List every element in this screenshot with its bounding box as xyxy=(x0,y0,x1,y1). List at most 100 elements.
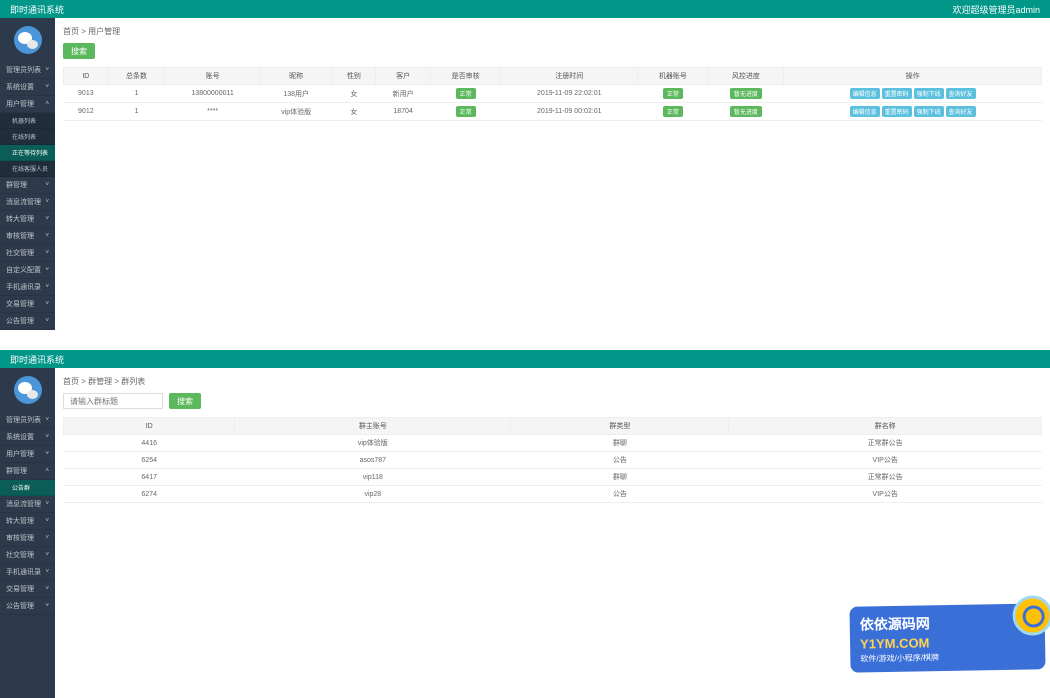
cell: 公告 xyxy=(511,486,729,503)
nav-item[interactable]: 用户管理 ˄ xyxy=(0,96,55,113)
nav-item[interactable]: 在线客服人员 xyxy=(0,161,55,177)
nav-label: 消息流管理 xyxy=(6,197,41,207)
nav-label: 系统设置 xyxy=(6,432,34,442)
risk-cell: 暂无进度 xyxy=(708,103,784,121)
nav-item[interactable]: 审核管理˅ xyxy=(0,530,55,547)
search-button-2[interactable]: 搜索 xyxy=(169,393,201,409)
chevron-icon: ˅ xyxy=(45,603,49,609)
nav-label: 在线列表 xyxy=(12,132,36,141)
nav-label: 手机通讯录 xyxy=(6,567,41,577)
table-header: 风控进度 xyxy=(708,68,784,85)
nav-item[interactable]: 交易管理˅ xyxy=(0,296,55,313)
magnifier-icon xyxy=(1012,595,1050,636)
nav-item[interactable]: 社交管理˅ xyxy=(0,245,55,262)
nav-item[interactable]: 公告管理˅ xyxy=(0,598,55,615)
chevron-icon: ˄ xyxy=(45,101,49,107)
table-row: 9013113800000011138用户女新用户正常2019-11-09 22… xyxy=(64,85,1042,103)
cell: 群聊 xyxy=(511,435,729,452)
nav-item[interactable]: 手机通讯录˅ xyxy=(0,564,55,581)
chevron-icon: ˅ xyxy=(45,586,49,592)
nav-label: 机器列表 xyxy=(12,116,36,125)
nav-item[interactable]: 公告群 xyxy=(0,480,55,496)
main-1: 首页 > 用户管理 搜索 ID总条数账号昵称性别客户是否审核注册时间机器账号风控… xyxy=(55,18,1050,330)
nav-item[interactable]: 在线列表 xyxy=(0,129,55,145)
cell: 6417 xyxy=(64,469,235,486)
table-header: 注册时间 xyxy=(501,68,638,85)
table-row: 6274vip28公告VIP公告 xyxy=(64,486,1042,503)
audit-cell: 正常 xyxy=(431,85,501,103)
nav-item[interactable]: 群管理˅ xyxy=(0,177,55,194)
cell: VIP公告 xyxy=(729,452,1042,469)
logo-box xyxy=(0,18,55,62)
op-button[interactable]: 强制下线 xyxy=(914,106,944,117)
chevron-icon: ˅ xyxy=(45,552,49,558)
cell: asos787 xyxy=(235,452,511,469)
nav-item[interactable]: 正在等待列表 xyxy=(0,145,55,161)
op-button[interactable]: 编辑信息 xyxy=(850,88,880,99)
chevron-icon: ˅ xyxy=(45,233,49,239)
audit-cell: 正常 xyxy=(431,103,501,121)
breadcrumb-2: 首页 > 群管理 > 群列表 xyxy=(63,376,1042,387)
op-button[interactable]: 重置密码 xyxy=(882,106,912,117)
nav-item[interactable]: 社交管理˅ xyxy=(0,547,55,564)
table-header: 总条数 xyxy=(108,68,165,85)
table-header: 操作 xyxy=(784,68,1042,85)
search-input-2[interactable] xyxy=(63,393,163,409)
nav-item[interactable]: 系统设置˅ xyxy=(0,79,55,96)
nav-label: 用户管理 xyxy=(6,449,34,459)
op-button[interactable]: 查询好友 xyxy=(946,88,976,99)
device-cell: 正常 xyxy=(638,103,708,121)
nav-item[interactable]: 交易管理˅ xyxy=(0,581,55,598)
op-button[interactable]: 编辑信息 xyxy=(850,106,880,117)
nav-item[interactable]: 转大管理˅ xyxy=(0,211,55,228)
nav-item[interactable]: 转大管理˅ xyxy=(0,513,55,530)
app-title-1: 即时通讯系统 xyxy=(10,3,64,16)
app-title-2: 即时通讯系统 xyxy=(10,353,64,366)
welcome-text: 欢迎超级管理员admin xyxy=(952,3,1040,16)
nav-item[interactable]: 手机通讯录˅ xyxy=(0,279,55,296)
nav-item[interactable]: 自定义配置˅ xyxy=(0,262,55,279)
nav-item[interactable]: 消息流管理˅ xyxy=(0,194,55,211)
table-header: 是否审核 xyxy=(431,68,501,85)
cell: 138用户 xyxy=(260,85,332,103)
chevron-icon: ˅ xyxy=(45,182,49,188)
nav-item[interactable]: 机器列表 xyxy=(0,113,55,129)
nav-item[interactable]: 公告管理 ˅ xyxy=(0,313,55,330)
cell: 13800000011 xyxy=(165,85,260,103)
nav-item[interactable]: 群管理˄ xyxy=(0,463,55,480)
toolbar-1: 搜索 xyxy=(63,43,1042,59)
sidebar-1: 管理员列表˅系统设置˅ 用户管理 ˄ 机器列表在线列表正在等待列表在线客服人员群管理˅… xyxy=(0,18,55,330)
nav-item[interactable]: 审核管理˅ xyxy=(0,228,55,245)
time-cell: 2019-11-09 22:02:01 xyxy=(501,85,638,103)
nav-label: 消息流管理 xyxy=(6,499,41,509)
op-button[interactable]: 查询好友 xyxy=(946,106,976,117)
op-button[interactable]: 重置密码 xyxy=(882,88,912,99)
table-row: 4416vip体验版群聊正常群公告 xyxy=(64,435,1042,452)
nav-label: 用户管理 xyxy=(6,99,34,109)
search-button-1[interactable]: 搜索 xyxy=(63,43,95,59)
toolbar-2: 搜索 xyxy=(63,393,1042,409)
cell: vip118 xyxy=(235,469,511,486)
chevron-icon: ˅ xyxy=(45,417,49,423)
watermark-badge: 依依源码网 Y1YM.COM 软件/游戏/小程序/棋牌 xyxy=(850,605,1045,680)
logo-box-2 xyxy=(0,368,55,412)
nav-label: 公告群 xyxy=(12,483,30,492)
table-row: 90121****vip体验版女18704正常2019-11-09 00:02:… xyxy=(64,103,1042,121)
nav-item[interactable]: 消息流管理˅ xyxy=(0,496,55,513)
logo-icon xyxy=(14,26,42,54)
chevron-icon: ˅ xyxy=(45,318,49,324)
cell: 女 xyxy=(332,85,376,103)
nav-item[interactable]: 系统设置˅ xyxy=(0,429,55,446)
nav-item[interactable]: 管理员列表˅ xyxy=(0,62,55,79)
nav-item[interactable]: 管理员列表˅ xyxy=(0,412,55,429)
time-cell: 2019-11-09 00:02:01 xyxy=(501,103,638,121)
cell: vip体验版 xyxy=(235,435,511,452)
nav-label: 公告管理 xyxy=(6,316,34,326)
chevron-icon: ˅ xyxy=(45,451,49,457)
badge-line3: 软件/游戏/小程序/棋牌 xyxy=(860,650,1035,664)
nav-item[interactable]: 用户管理 ˅ xyxy=(0,446,55,463)
op-button[interactable]: 强制下线 xyxy=(914,88,944,99)
cell: 群聊 xyxy=(511,469,729,486)
cell: 新用户 xyxy=(376,85,431,103)
cell: 公告 xyxy=(511,452,729,469)
